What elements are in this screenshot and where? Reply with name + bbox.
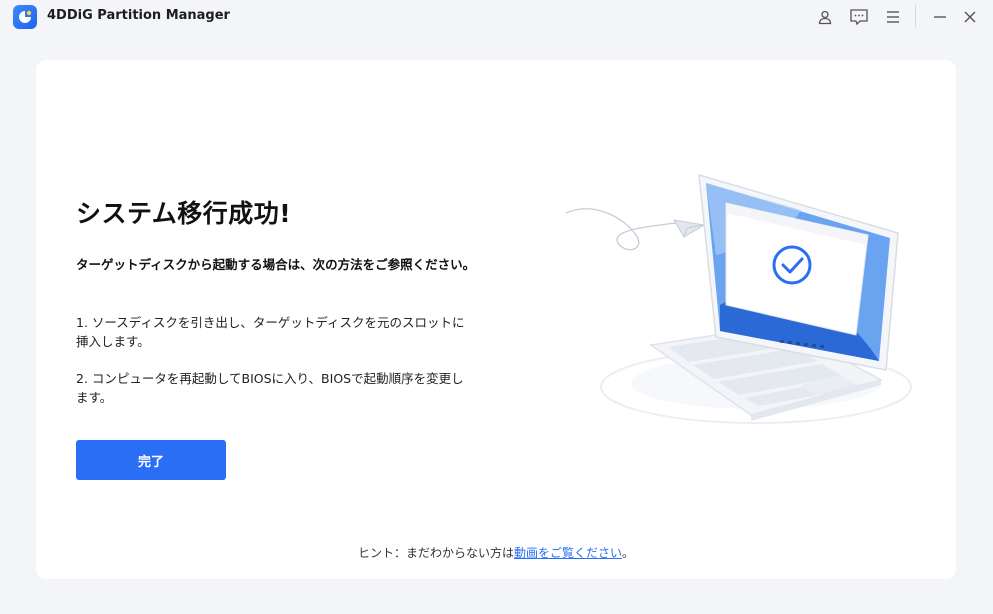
watch-video-link[interactable]: 動画をご覧ください [514,546,622,560]
paper-plane-icon [673,219,706,238]
hint-prefix: ヒント：まだわからない方は [357,546,514,560]
titlebar-divider [915,5,916,27]
close-icon[interactable] [959,6,981,28]
hint-suffix: 。 [622,546,635,560]
done-button[interactable]: 完了 [76,440,226,480]
step-1-text: 1. ソースディスクを引き出し、ターゲットディスクを元のスロットに挿入します。 [76,315,465,349]
step-2-text: 2. コンピュータを再起動してBIOSに入り、BIOSで起動順序を変更します。 [76,371,464,405]
success-laptop-illustration [565,173,912,424]
minimize-icon[interactable] [929,6,951,28]
menu-icon[interactable] [882,6,904,28]
hint-text: ヒント：まだわからない方は動画をご覧ください。 [36,544,956,561]
user-icon[interactable] [814,6,836,28]
instruction-heading: ターゲットディスクから起動する場合は、次の方法をご参照ください。 [76,257,476,272]
app-logo-icon [13,5,37,29]
title-bar: 4DDiG Partition Manager [0,0,993,34]
page-title: システム移行成功! [76,199,292,228]
app-title: 4DDiG Partition Manager [47,8,230,23]
main-card: システム移行成功! ターゲットディスクから起動する場合は、次の方法をご参照くださ… [36,60,956,579]
feedback-icon[interactable] [848,6,870,28]
